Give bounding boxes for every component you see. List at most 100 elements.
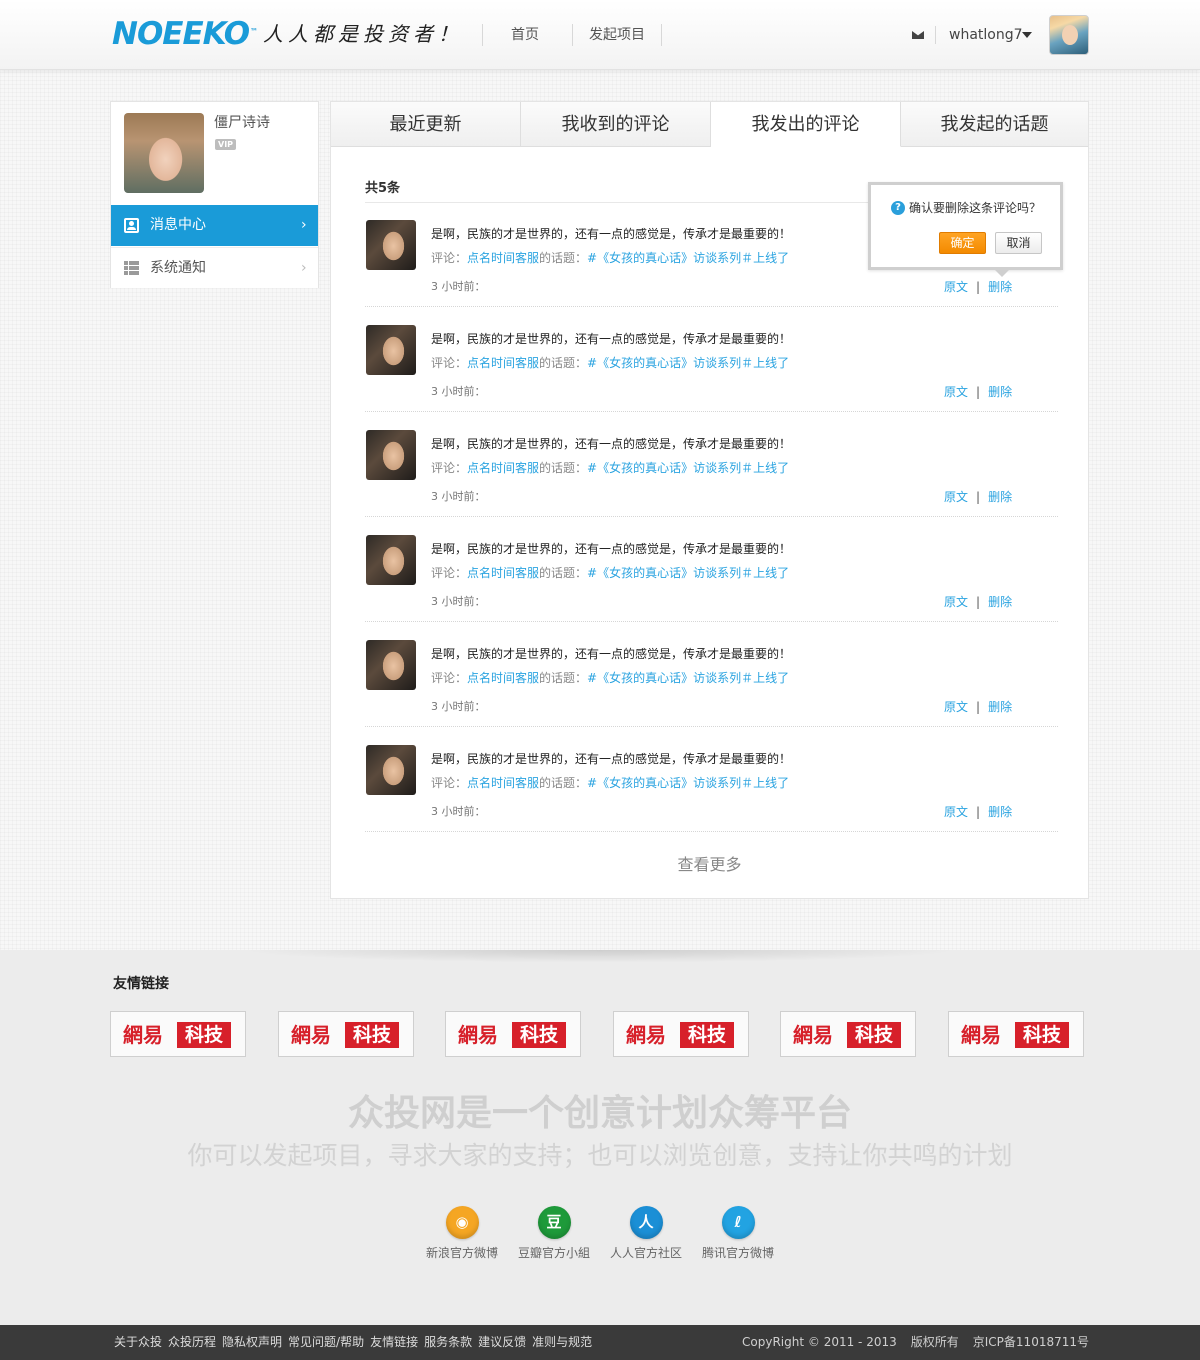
comment-prefix: 评论： xyxy=(431,776,468,790)
sidebar-item-label: 消息中心 xyxy=(150,217,206,233)
partner-tag: 科技 xyxy=(177,1022,231,1048)
commenter-avatar[interactable] xyxy=(366,640,416,690)
partner-logo-link[interactable]: 網易 科技 xyxy=(780,1011,916,1057)
tab-recent-updates[interactable]: 最近更新 xyxy=(331,102,521,147)
copyright-text: CopyRight © 2011 - 2013 xyxy=(742,1335,897,1349)
footer-link[interactable]: 众投历程 xyxy=(168,1335,216,1349)
renren-icon: 人 xyxy=(629,1206,663,1239)
profile-name[interactable]: 僵尸诗诗 xyxy=(214,113,270,133)
comment-prefix: 评论： xyxy=(431,566,468,580)
comment-item: 是啊，民族的才是世界的，还有一点的感觉是，传承才是最重要的！ 评论：点名时间客服的… xyxy=(365,412,1058,517)
footer-link[interactable]: 建议反馈 xyxy=(478,1335,526,1349)
partner-logo-link[interactable]: 網易 科技 xyxy=(613,1011,749,1057)
load-more-link[interactable]: 查看更多 xyxy=(331,854,1088,876)
confirm-button[interactable]: 确定 xyxy=(939,232,986,254)
user-divider xyxy=(935,26,936,44)
commenter-avatar[interactable] xyxy=(366,220,416,270)
footer-links: 关于众投 众投历程 隐私权声明 常见问题/帮助 友情链接 服务条款 建议反馈 准则与规范 xyxy=(114,1334,598,1351)
comment-topic-link[interactable]: #《女孩的真心话》访谈系列＃上线了 xyxy=(587,461,789,475)
footer-link[interactable]: 准则与规范 xyxy=(532,1335,592,1349)
site-logo[interactable]: NOEEKO™ xyxy=(112,18,258,50)
comment-author-link[interactable]: 点名时间客服 xyxy=(467,461,539,475)
partner-name: 網易 xyxy=(626,1023,666,1047)
commenter-avatar[interactable] xyxy=(366,535,416,585)
sidebar-item-system-notice[interactable]: 系统通知 › xyxy=(111,247,318,288)
delete-link[interactable]: 删除 xyxy=(988,385,1012,399)
tab-my-topics[interactable]: 我发起的话题 xyxy=(901,102,1088,147)
footer-link[interactable]: 常见问题/帮助 xyxy=(288,1335,364,1349)
comment-topic-link[interactable]: #《女孩的真心话》访谈系列＃上线了 xyxy=(587,251,789,265)
partner-name: 網易 xyxy=(458,1023,498,1047)
comment-author-link[interactable]: 点名时间客服 xyxy=(467,356,539,370)
mail-icon[interactable] xyxy=(912,31,924,39)
original-link[interactable]: 原文 xyxy=(944,280,968,294)
social-link[interactable]: ◉ 新浪官方微博 xyxy=(417,1206,507,1261)
nav-start-project-link[interactable]: 发起项目 xyxy=(589,24,645,46)
confirm-message: 确认要删除这条评论吗？ xyxy=(909,201,1042,215)
icp-link[interactable]: 京ICP备11018711号 xyxy=(973,1335,1089,1349)
comment-text: 是啊，民族的才是世界的，还有一点的感觉是，传承才是最重要的！ xyxy=(431,332,792,346)
footer-link[interactable]: 服务条款 xyxy=(424,1335,472,1349)
footer-link[interactable]: 友情链接 xyxy=(370,1335,418,1349)
delete-link[interactable]: 删除 xyxy=(988,490,1012,504)
comment-topic-link[interactable]: #《女孩的真心话》访谈系列＃上线了 xyxy=(587,671,789,685)
footer-link[interactable]: 关于众投 xyxy=(114,1335,162,1349)
commenter-avatar[interactable] xyxy=(366,325,416,375)
comment-prefix: 评论： xyxy=(431,356,468,370)
profile-photo[interactable] xyxy=(124,113,204,193)
comment-author-link[interactable]: 点名时间客服 xyxy=(467,776,539,790)
comment-time: 3 小时前： xyxy=(431,280,486,293)
footer-link[interactable]: 隐私权声明 xyxy=(222,1335,282,1349)
original-link[interactable]: 原文 xyxy=(944,805,968,819)
delete-link[interactable]: 删除 xyxy=(988,805,1012,819)
comment-topic-link[interactable]: #《女孩的真心话》访谈系列＃上线了 xyxy=(587,566,789,580)
partner-logo-link[interactable]: 網易 科技 xyxy=(278,1011,414,1057)
social-link[interactable]: 豆豆瓣官方小組 xyxy=(509,1206,599,1261)
partner-name: 網易 xyxy=(961,1023,1001,1047)
tab-sent-comments[interactable]: 我发出的评论 xyxy=(711,102,901,147)
original-link[interactable]: 原文 xyxy=(944,385,968,399)
username-menu[interactable]: whatlong7 xyxy=(949,24,1023,46)
partner-logo-link[interactable]: 網易 科技 xyxy=(445,1011,581,1057)
social-link[interactable]: 人人人官方社区 xyxy=(601,1206,691,1261)
original-link[interactable]: 原文 xyxy=(944,490,968,504)
list-icon xyxy=(124,261,139,276)
user-avatar[interactable] xyxy=(1049,15,1089,55)
comment-text: 是啊，民族的才是世界的，还有一点的感觉是，传承才是最重要的！ xyxy=(431,647,792,661)
comment-text: 是啊，民族的才是世界的，还有一点的感觉是，传承才是最重要的！ xyxy=(431,752,792,766)
nav-home-link[interactable]: 首页 xyxy=(511,24,539,46)
comment-time: 3 小时前： xyxy=(431,385,486,398)
comment-topic-link[interactable]: #《女孩的真心话》访谈系列＃上线了 xyxy=(587,356,789,370)
original-link[interactable]: 原文 xyxy=(944,595,968,609)
partner-logo-link[interactable]: 網易 科技 xyxy=(948,1011,1084,1057)
partner-logo-link[interactable]: 網易 科技 xyxy=(110,1011,246,1057)
user-card-icon xyxy=(124,218,139,233)
delete-link[interactable]: 删除 xyxy=(988,595,1012,609)
comment-mid: 的话题： xyxy=(539,356,588,370)
comment-text: 是啊，民族的才是世界的，还有一点的感觉是，传承才是最重要的！ xyxy=(431,542,792,556)
commenter-avatar[interactable] xyxy=(366,745,416,795)
original-link[interactable]: 原文 xyxy=(944,700,968,714)
tab-bar: 最近更新 我收到的评论 我发出的评论 我发起的话题 xyxy=(331,102,1088,147)
social-link[interactable]: ℓ 腾讯官方微博 xyxy=(693,1206,783,1261)
comment-meta: 评论：点名时间客服的话题：#《女孩的真心话》访谈系列＃上线了 xyxy=(431,670,789,686)
comment-item: 是啊，民族的才是世界的，还有一点的感觉是，传承才是最重要的！ 评论：点名时间客服的… xyxy=(365,307,1058,412)
tab-received-comments[interactable]: 我收到的评论 xyxy=(521,102,711,147)
social-label: 新浪官方微博 xyxy=(425,1246,498,1260)
sidebar-item-message-center[interactable]: 消息中心 › xyxy=(111,205,318,246)
comment-topic-link[interactable]: #《女孩的真心话》访谈系列＃上线了 xyxy=(587,776,789,790)
comment-time: 3 小时前： xyxy=(431,490,486,503)
comment-meta: 评论：点名时间客服的话题：#《女孩的真心话》访谈系列＃上线了 xyxy=(431,775,789,791)
tencent-weibo-icon: ℓ xyxy=(721,1206,755,1239)
comment-item: 是啊，民族的才是世界的，还有一点的感觉是，传承才是最重要的！ 评论：点名时间客服的… xyxy=(365,622,1058,727)
action-divider: | xyxy=(976,805,981,819)
comment-author-link[interactable]: 点名时间客服 xyxy=(467,566,539,580)
delete-link[interactable]: 删除 xyxy=(988,700,1012,714)
comment-text: 是啊，民族的才是世界的，还有一点的感觉是，传承才是最重要的！ xyxy=(431,437,792,451)
cancel-button[interactable]: 取消 xyxy=(995,232,1042,254)
comment-author-link[interactable]: 点名时间客服 xyxy=(467,671,539,685)
delete-link[interactable]: 删除 xyxy=(988,280,1012,294)
caret-down-icon[interactable] xyxy=(1022,32,1032,38)
commenter-avatar[interactable] xyxy=(366,430,416,480)
comment-author-link[interactable]: 点名时间客服 xyxy=(467,251,539,265)
